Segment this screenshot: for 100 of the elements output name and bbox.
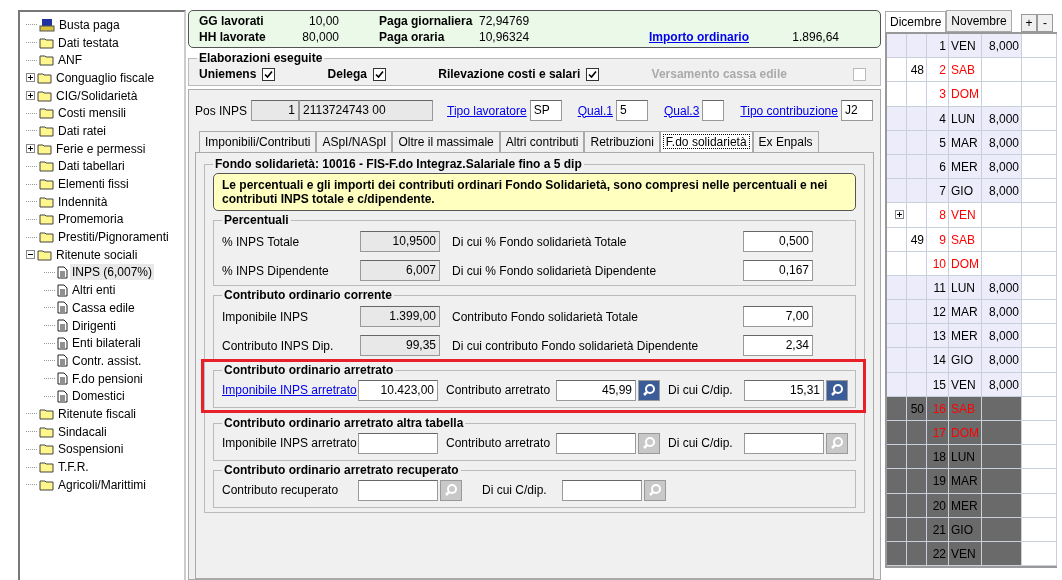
tree-item[interactable]: Altri enti (70, 282, 118, 299)
input-field[interactable]: 2,34 (743, 335, 813, 356)
calendar-cell (1022, 324, 1057, 349)
tree-item[interactable]: Conguaglio fiscale (54, 69, 157, 86)
tree-item[interactable]: Agricoli/Marittimi (56, 476, 148, 493)
input-field[interactable] (702, 100, 725, 121)
day-cell: 9 (927, 227, 949, 252)
expand-icon[interactable] (26, 144, 35, 154)
importo-link[interactable]: Importo ordinario (569, 30, 749, 44)
week-cell (907, 541, 927, 567)
tree-item[interactable]: Indennità (56, 193, 110, 210)
add-button[interactable]: + (1021, 14, 1037, 32)
tree-item[interactable]: T.F.R. (56, 459, 91, 476)
tree-item[interactable]: Dirigenti (70, 317, 118, 334)
input-field[interactable]: 5 (616, 100, 648, 121)
field-link[interactable]: Tipo lavoratore (447, 103, 527, 118)
week-cell (907, 275, 927, 301)
weekday-cell: VEN (949, 34, 982, 59)
tree-item[interactable]: Contr. assist. (70, 352, 144, 369)
field-link[interactable]: Imponibile INPS arretrato (222, 383, 358, 397)
summary-label: GG lavorati (199, 14, 265, 28)
tab[interactable]: Ex Enpals (752, 131, 819, 152)
week-cell: 48 (907, 58, 927, 83)
input-field[interactable] (358, 432, 438, 454)
tree-item[interactable]: INPS (6,007%) (70, 264, 155, 281)
field-link[interactable]: Qual.1 (577, 103, 613, 118)
input-field[interactable]: 0,500 (743, 231, 813, 252)
tree-item[interactable]: Ferie e permessi (54, 140, 148, 157)
tree-item[interactable]: Dati ratei (56, 122, 109, 139)
tree-item[interactable]: Promemoria (56, 211, 126, 228)
tree-item[interactable]: Busta paga (57, 16, 122, 33)
input-field[interactable] (744, 432, 824, 454)
tab[interactable]: ASpI/NASpI (316, 131, 393, 152)
search-button[interactable] (440, 479, 462, 501)
input-field[interactable]: 10.423,00 (358, 379, 438, 401)
input-field[interactable]: 45,99 (556, 379, 636, 401)
folder-icon (39, 178, 54, 191)
checkbox[interactable] (586, 67, 600, 81)
tree-item[interactable]: Dati tabellari (56, 158, 127, 175)
weekday-cell: LUN (949, 445, 982, 470)
search-button[interactable] (638, 379, 660, 401)
readonly-field: 99,35 (360, 335, 440, 356)
day-cell: 3 (927, 82, 949, 107)
field-label: % INPS Dipendente (222, 263, 330, 278)
tab[interactable]: Altri contributi (499, 131, 585, 152)
tree-item[interactable]: ANF (56, 52, 84, 69)
tree-item[interactable]: Cassa edile (70, 299, 137, 316)
tree-item[interactable]: Sospensioni (56, 441, 126, 458)
field-link[interactable]: Tipo contribuzione (740, 103, 838, 118)
remove-button[interactable]: - (1037, 14, 1053, 32)
input-field[interactable] (358, 479, 438, 501)
tree-item[interactable]: Sindacali (56, 423, 109, 440)
month-tab[interactable]: Novembre (946, 10, 1012, 32)
day-cell: 18 (927, 445, 949, 470)
input-field[interactable]: SP (529, 100, 562, 121)
expand-icon[interactable] (895, 210, 904, 220)
input-field[interactable]: 15,31 (744, 379, 824, 401)
tree-item[interactable]: Elementi fissi (56, 176, 131, 193)
tab[interactable]: F.do solidarietà (659, 131, 753, 152)
input-field[interactable]: 0,167 (743, 260, 813, 281)
calendar-cell (1022, 348, 1057, 373)
check-icon (264, 69, 274, 79)
folder-icon (39, 124, 54, 137)
tree-item[interactable]: CIG/Solidarietà (54, 87, 140, 104)
tree-item[interactable]: Ritenute fiscali (56, 405, 139, 422)
search-button[interactable] (644, 479, 666, 501)
tab[interactable]: Oltre il massimale (392, 131, 500, 152)
tree-item[interactable]: Prestiti/Pignoramenti (56, 229, 171, 246)
month-tab[interactable]: Dicembre (885, 11, 947, 32)
calendar-cell (1022, 251, 1057, 276)
expand-icon[interactable] (26, 73, 35, 83)
tree-item[interactable]: Enti bilaterali (70, 335, 143, 352)
hours-cell (982, 82, 1022, 107)
input-field[interactable] (562, 479, 642, 501)
tab[interactable]: Imponibili/Contributi (199, 131, 317, 152)
input-field[interactable] (556, 432, 636, 454)
calendar-cell (1022, 469, 1057, 494)
week-cell (907, 106, 927, 131)
tree-item[interactable]: Ritenute sociali (54, 246, 140, 263)
tree-item[interactable]: Domestici (70, 388, 127, 405)
tree-item[interactable]: F.do pensioni (70, 370, 145, 387)
input-field[interactable]: 7,00 (743, 306, 813, 327)
hours-cell (982, 493, 1022, 518)
search-button[interactable] (826, 432, 848, 454)
search-button[interactable] (826, 379, 848, 401)
input-field[interactable]: J2 (840, 100, 873, 121)
checkbox[interactable] (262, 67, 276, 81)
folder-icon (39, 195, 54, 208)
search-button[interactable] (638, 432, 660, 454)
expand-icon[interactable] (26, 91, 35, 101)
folder-icon (39, 107, 54, 120)
collapse-icon[interactable] (26, 250, 35, 260)
field-link[interactable]: Qual.3 (664, 103, 700, 118)
tree-item[interactable]: Dati testata (56, 34, 121, 51)
tree-item[interactable]: Costi mensili (56, 105, 128, 122)
calendar-cell (1022, 372, 1057, 397)
checkbox[interactable] (372, 67, 386, 81)
calendar-cell (1022, 203, 1057, 228)
tab[interactable]: Retribuzioni (584, 131, 660, 152)
group-title: Elaborazioni eseguite (198, 51, 324, 65)
